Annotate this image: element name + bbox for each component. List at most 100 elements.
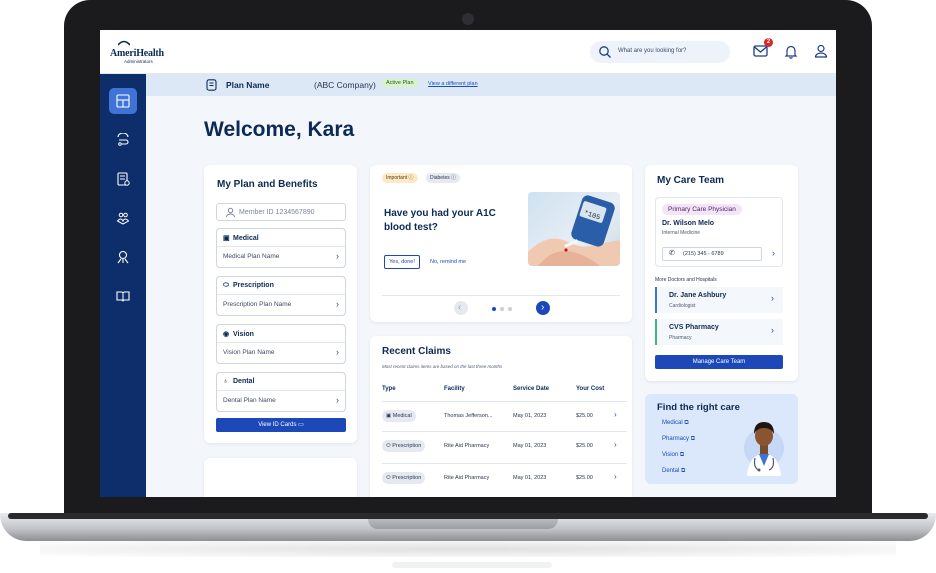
wellness-icon xyxy=(117,250,129,264)
diabetes-tag: Diabetes ⓘ xyxy=(426,173,461,183)
info-icon: ⓘ xyxy=(451,175,457,181)
carousel-dot[interactable] xyxy=(500,307,504,311)
chevron-right-icon: › xyxy=(771,293,774,303)
carousel-dot[interactable] xyxy=(508,307,512,311)
mail-button[interactable]: 2 xyxy=(752,38,773,60)
chevron-right-icon: › xyxy=(771,325,774,335)
find-care-link-medical[interactable]: Medical ⧉ xyxy=(662,420,689,427)
plan-benefits-title: My Plan and Benefits xyxy=(217,179,318,190)
chevron-right-icon: › xyxy=(336,299,339,309)
provider-accent-bar xyxy=(655,319,657,345)
column-header-facility: Facility xyxy=(444,386,465,392)
library-icon xyxy=(116,291,130,302)
benefit-title: ◉ Vision xyxy=(223,331,254,338)
claim-date: May 01, 2023 xyxy=(513,413,547,419)
recent-claims-subtitle: Most recent claims items are based on th… xyxy=(382,364,503,369)
claim-facility: Rite Aid Pharmacy xyxy=(444,443,490,449)
app-screen: AmeriHealth Administrators What are you … xyxy=(100,30,836,497)
search-box[interactable]: What are you looking for? xyxy=(590,41,730,63)
provider-item[interactable]: Dr. Jane Ashbury Cardiologist › xyxy=(655,287,783,313)
provider-name: CVS Pharmacy xyxy=(669,324,719,331)
column-header-cost: Your Cost xyxy=(576,386,605,392)
brand-subtitle: Administrators xyxy=(124,59,153,64)
chevron-right-icon: › xyxy=(336,347,339,357)
column-header-date: Service Date xyxy=(513,386,550,392)
sidebar-item-dashboard[interactable] xyxy=(109,88,137,114)
benefit-prescription[interactable]: ⬭ Prescription Prescription Plan Name › xyxy=(216,276,346,316)
find-care-link-vision[interactable]: Vision ⧉ xyxy=(662,452,684,459)
claim-cost: $25.00 xyxy=(576,413,593,419)
external-link-icon: ⧉ xyxy=(679,452,685,458)
chevron-left-icon: ‹ xyxy=(458,302,462,313)
provider-type: Cardiologist xyxy=(669,303,696,309)
view-id-cards-button[interactable]: View ID Cards ▭ xyxy=(216,418,346,432)
benefit-title: ⬭ Prescription xyxy=(223,282,274,289)
profile-button[interactable] xyxy=(812,42,830,60)
mail-badge: 2 xyxy=(764,38,773,47)
sidebar-item-care-team[interactable] xyxy=(109,205,137,231)
table-row[interactable]: ▣ Medical Thomas Jefferson... May 01, 20… xyxy=(382,401,627,431)
pill-icon: ⬭ xyxy=(386,475,391,481)
chevron-right-icon[interactable]: › xyxy=(772,248,775,258)
sidebar-item-care[interactable] xyxy=(109,127,137,153)
plan-company: (ABC Company) xyxy=(314,80,376,90)
claim-cost: $25.00 xyxy=(576,475,593,481)
benefit-plan-name: Dental Plan Name xyxy=(223,397,276,404)
secondary-card xyxy=(204,458,357,497)
benefit-title: ▣ Medical xyxy=(223,235,259,242)
pcp-specialty: Internal Medicine xyxy=(662,230,701,236)
divider xyxy=(217,294,345,295)
laptop-base-highlight xyxy=(392,562,552,568)
table-row[interactable]: ⬭ Prescription Rite Aid Pharmacy May 01,… xyxy=(382,463,627,493)
sidebar-item-wellness[interactable] xyxy=(109,244,137,270)
member-icon xyxy=(226,207,235,218)
recent-claims-title: Recent Claims xyxy=(382,346,451,357)
plan-bar: Plan Name (ABC Company) Active Plan View… xyxy=(146,74,836,96)
benefit-title: ♁ Dental xyxy=(223,378,255,385)
eye-icon: ◉ xyxy=(223,331,230,338)
provider-type: Pharmacy xyxy=(669,335,692,341)
benefit-plan-name: Prescription Plan Name xyxy=(223,301,292,308)
carousel-next-button[interactable]: › xyxy=(536,301,550,315)
find-care-link-pharmacy[interactable]: Pharmacy ⧉ xyxy=(662,436,695,443)
benefit-plan-name: Vision Plan Name xyxy=(223,349,275,356)
search-placeholder: What are you looking for? xyxy=(618,48,687,54)
user-icon xyxy=(814,44,828,58)
brand-logo[interactable]: AmeriHealth Administrators xyxy=(110,40,180,68)
divider xyxy=(217,246,345,247)
dashboard-icon xyxy=(116,94,130,108)
remind-me-link[interactable]: No, remind me xyxy=(430,259,466,265)
carousel-prev-button[interactable]: ‹ xyxy=(454,301,468,315)
more-doctors-label: More Doctors and Hospitals xyxy=(655,277,717,283)
table-row[interactable]: ⬭ Prescription Rite Aid Pharmacy May 01,… xyxy=(382,431,627,461)
member-id-field: Member ID 1234567890 xyxy=(216,203,346,221)
benefit-vision[interactable]: ◉ Vision Vision Plan Name › xyxy=(216,324,346,364)
carousel-dot-active[interactable] xyxy=(492,307,496,311)
claim-date: May 01, 2023 xyxy=(513,475,547,481)
benefit-plan-name: Medical Plan Name xyxy=(223,253,280,260)
view-different-plan-link[interactable]: View a different plan xyxy=(428,81,478,87)
recent-claims-card: Recent Claims Most recent claims items a… xyxy=(370,336,632,497)
claim-type-badge: ⬭ Prescription xyxy=(382,472,426,484)
external-link-icon: ⧉ xyxy=(684,420,689,426)
care-team-card: My Care Team Primary Care Physician Dr. … xyxy=(645,165,798,381)
provider-name: Dr. Jane Ashbury xyxy=(669,292,727,299)
plan-document-icon xyxy=(206,79,217,91)
benefit-dental[interactable]: ♁ Dental Dental Plan Name › xyxy=(216,372,346,412)
sidebar-item-claims[interactable] xyxy=(109,166,137,192)
laptop-notch xyxy=(368,519,558,529)
yes-done-button[interactable]: Yes, done! xyxy=(384,255,420,269)
pill-icon: ⬭ xyxy=(223,282,229,289)
benefit-medical[interactable]: ▣ Medical Medical Plan Name › xyxy=(216,228,346,268)
pcp-phone-button[interactable]: ✆ (215) 345 - 6789 xyxy=(662,247,762,261)
sidebar-item-library[interactable] xyxy=(109,283,137,309)
chevron-right-icon: › xyxy=(614,472,617,481)
search-icon xyxy=(599,46,611,58)
find-care-link-dental[interactable]: Dental ⧉ xyxy=(662,468,685,475)
manage-care-team-button[interactable]: Manage Care Team xyxy=(655,355,783,369)
provider-item[interactable]: CVS Pharmacy Pharmacy › xyxy=(655,319,783,345)
important-tag: Important ⓘ xyxy=(382,173,418,183)
external-link-icon: ⧉ xyxy=(681,468,686,474)
notifications-button[interactable] xyxy=(782,42,800,60)
chevron-right-icon: › xyxy=(336,395,339,405)
